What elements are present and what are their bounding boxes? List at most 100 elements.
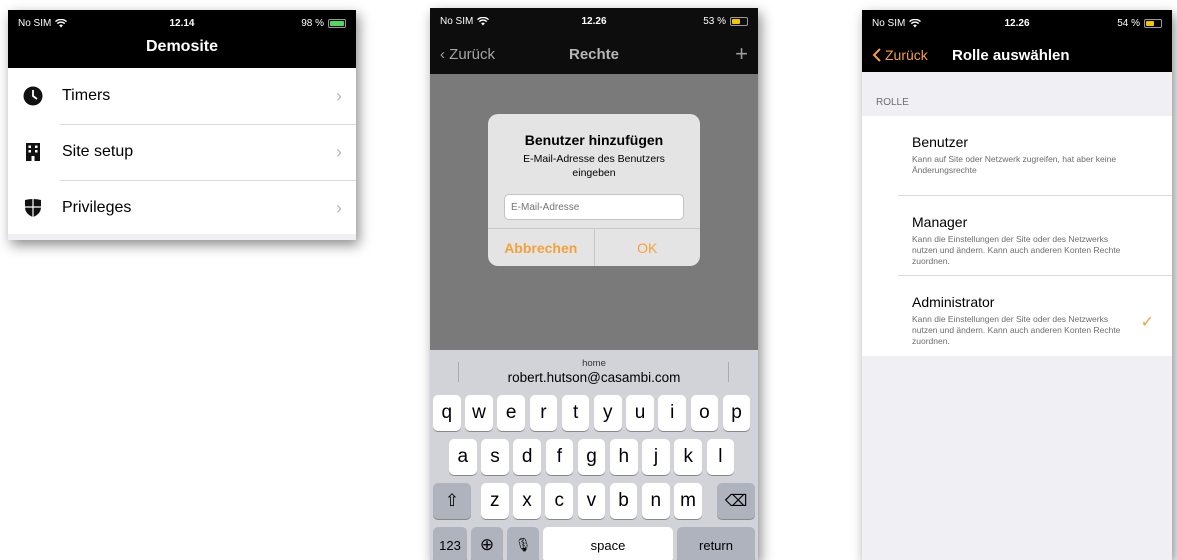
key-n[interactable]: n: [642, 483, 670, 519]
phone-screen-add-user: No SIM 12.26 53 % ‹ Zurück Rechte + Benu…: [430, 8, 758, 560]
key-g[interactable]: g: [577, 439, 606, 475]
wifi-icon: [55, 18, 68, 27]
back-button[interactable]: ‹ Zurück: [440, 46, 543, 63]
status-time: 12.14: [169, 17, 195, 29]
return-key[interactable]: return: [677, 527, 755, 560]
key-m[interactable]: m: [674, 483, 702, 519]
chevron-right-icon: ›: [336, 85, 342, 106]
divider: [458, 362, 459, 382]
menu-item-label: Privileges: [62, 199, 132, 216]
shield-icon: [22, 197, 44, 219]
role-description: Kann auf Site oder Netzwerk zugreifen, h…: [912, 154, 1117, 175]
battery-percent: 53 %: [703, 15, 727, 27]
status-bar: No SIM 12.26 54 %: [862, 10, 1172, 36]
role-name: Benutzer: [912, 134, 969, 150]
key-t[interactable]: t: [561, 395, 590, 431]
role-option-benutzer[interactable]: Benutzer Kann auf Site oder Netzwerk zug…: [862, 116, 1172, 196]
menu-item-label: Timers: [62, 87, 111, 104]
dialog-title: Benutzer hinzufügen: [524, 132, 664, 148]
carrier-label: No SIM: [440, 15, 474, 27]
carrier-label: No SIM: [18, 17, 52, 29]
role-option-administrator[interactable]: Administrator Kann die Einstellungen der…: [862, 276, 1172, 356]
building-icon: [22, 141, 44, 163]
menu-item-timers[interactable]: Timers ›: [8, 68, 356, 124]
microphone-icon[interactable]: 🎙: [507, 527, 539, 560]
back-label: Zurück: [449, 45, 496, 63]
carrier-label: No SIM: [872, 17, 906, 29]
nav-bar: ‹ Zurück Rechte +: [430, 34, 758, 74]
key-b[interactable]: b: [609, 483, 638, 519]
chevron-left-icon: [872, 48, 881, 62]
menu-item-privileges[interactable]: Privileges ›: [8, 180, 356, 236]
role-name: Manager: [912, 214, 968, 230]
key-p[interactable]: p: [722, 395, 751, 431]
key-d[interactable]: d: [513, 439, 541, 475]
divider: [728, 362, 729, 382]
key-e[interactable]: e: [497, 395, 525, 431]
nav-title: Rolle auswählen: [952, 46, 1070, 64]
key-j[interactable]: j: [642, 439, 670, 475]
key-q[interactable]: q: [433, 395, 461, 431]
nav-bar: Zurück Rolle auswählen: [862, 38, 1172, 72]
checkmark-icon: ✓: [1140, 314, 1154, 331]
role-description: Kann die Einstellungen der Site oder des…: [912, 234, 1121, 266]
role-description: Kann die Einstellungen der Site oder des…: [912, 314, 1121, 346]
cancel-button[interactable]: Abbrechen: [488, 229, 595, 266]
suggestion-label: home: [582, 358, 606, 369]
keyboard: home robert.hutson@casambi.com qwertyuio…: [430, 350, 758, 560]
key-v[interactable]: v: [577, 483, 606, 519]
menu-item-site-setup[interactable]: Site setup ›: [8, 124, 356, 180]
key-k[interactable]: k: [674, 439, 702, 475]
wifi-icon: [909, 18, 922, 27]
add-button[interactable]: +: [645, 41, 748, 67]
key-i[interactable]: i: [658, 395, 686, 431]
chevron-right-icon: ›: [336, 141, 342, 162]
numbers-key[interactable]: 123: [433, 527, 467, 560]
role-name: Administrator: [912, 294, 995, 310]
key-l[interactable]: l: [706, 439, 735, 475]
battery-charging-icon: [730, 16, 749, 26]
key-a[interactable]: a: [449, 439, 477, 475]
battery-charging-icon: [1144, 18, 1163, 28]
battery-icon: [327, 18, 346, 28]
key-c[interactable]: c: [545, 483, 573, 519]
shift-icon[interactable]: ⇧: [433, 483, 471, 519]
delete-icon[interactable]: ⌫: [717, 483, 755, 519]
key-u[interactable]: u: [626, 395, 654, 431]
status-bar: No SIM 12.26 53 %: [430, 8, 758, 34]
section-header: ROLLE: [876, 97, 909, 108]
page-title: Demosite: [145, 38, 219, 55]
role-option-manager[interactable]: Manager Kann die Einstellungen der Site …: [862, 196, 1172, 276]
status-time: 12.26: [1004, 17, 1030, 29]
phone-screen-site-menu: No SIM 12.14 98 % Demosite Timers › Site…: [8, 10, 356, 240]
nav-title: Rechte: [568, 45, 620, 63]
ok-button[interactable]: OK: [595, 229, 701, 266]
autofill-suggestion[interactable]: home robert.hutson@casambi.com: [430, 350, 758, 392]
wifi-icon: [477, 16, 490, 25]
key-r[interactable]: r: [529, 395, 558, 431]
status-time: 12.26: [581, 15, 607, 27]
key-w[interactable]: w: [465, 395, 493, 431]
chevron-right-icon: ›: [336, 197, 342, 218]
key-s[interactable]: s: [481, 439, 509, 475]
space-key[interactable]: space: [543, 527, 673, 560]
key-x[interactable]: x: [513, 483, 541, 519]
email-field[interactable]: [504, 194, 684, 220]
add-user-dialog: Benutzer hinzufügen E-Mail-Adresse des B…: [488, 114, 700, 266]
phone-screen-select-role: No SIM 12.26 54 % Zurück Rolle auswählen…: [862, 10, 1172, 560]
back-label: Zurück: [885, 47, 928, 63]
role-list: Benutzer Kann auf Site oder Netzwerk zug…: [862, 116, 1172, 356]
globe-icon[interactable]: ⊕: [471, 527, 503, 560]
back-button[interactable]: Zurück: [872, 47, 952, 63]
list-footer: [8, 234, 356, 240]
key-f[interactable]: f: [545, 439, 574, 475]
key-z[interactable]: z: [481, 483, 509, 519]
battery-percent: 98 %: [301, 17, 324, 29]
suggestion-value: robert.hutson@casambi.com: [507, 370, 681, 385]
battery-percent: 54 %: [1117, 17, 1141, 29]
clock-icon: [22, 85, 44, 107]
key-o[interactable]: o: [690, 395, 719, 431]
key-h[interactable]: h: [610, 439, 638, 475]
menu-item-label: Site setup: [62, 143, 134, 160]
key-y[interactable]: y: [594, 395, 622, 431]
